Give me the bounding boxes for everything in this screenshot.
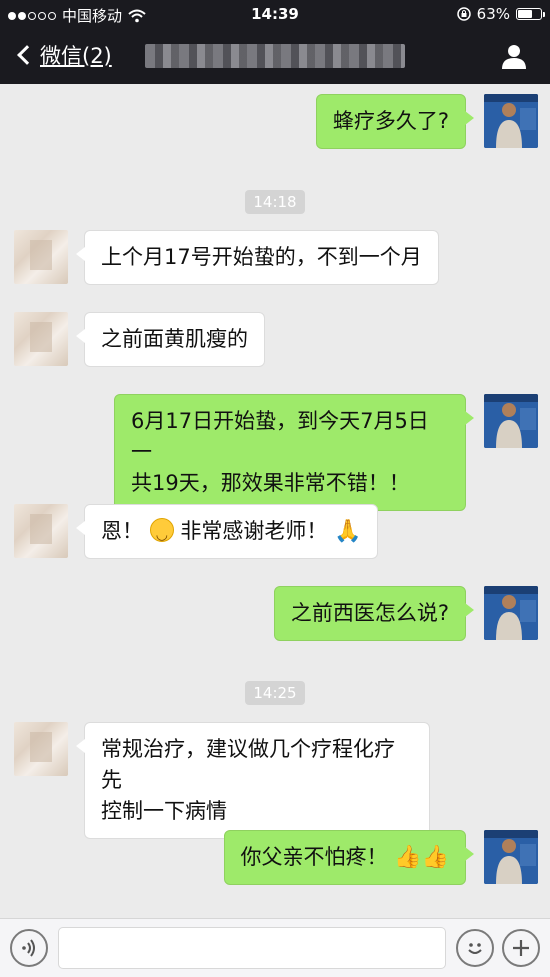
- status-right: 63%: [456, 5, 545, 23]
- timestamp: 14:18: [0, 190, 550, 214]
- message-text: 之前西医怎么说?: [290, 601, 449, 625]
- avatar-self[interactable]: [484, 394, 538, 448]
- nav-bar: 微信(2): [0, 28, 550, 84]
- message-bubble-self[interactable]: 蜂疗多久了?: [315, 94, 475, 149]
- voice-button[interactable]: [10, 929, 48, 967]
- emoji-button[interactable]: [456, 929, 494, 967]
- message-bubble-other[interactable]: 常规治疗，建议做几个疗程化疗先 控制一下病情: [76, 722, 430, 839]
- message-bubble-self[interactable]: 你父亲不怕疼！ 👍👍: [223, 830, 474, 885]
- thumbs-up-emoji-icon: 👍: [421, 845, 449, 870]
- chevron-left-icon: [17, 45, 37, 65]
- voice-icon: [22, 939, 35, 957]
- input-bar: [0, 918, 550, 977]
- message-text-line: 共19天，那效果非常不错！！: [131, 471, 410, 495]
- avatar-self[interactable]: [484, 830, 538, 884]
- chat-title-blurred: [145, 44, 405, 68]
- battery-percent: 63%: [476, 5, 510, 23]
- message-text: 恩！: [101, 519, 143, 543]
- message-bubble-other[interactable]: 上个月17号开始蛰的，不到一个月: [76, 230, 439, 285]
- message-bubble-other[interactable]: 恩！ 非常感谢老师！ 🙏: [75, 504, 379, 559]
- message-bubble-self[interactable]: 之前西医怎么说?: [273, 586, 475, 641]
- message-text: 非常感谢老师！: [180, 519, 328, 543]
- message-text-line: 常规治疗，建议做几个疗程化疗先: [101, 737, 395, 792]
- plus-icon: [513, 940, 529, 956]
- avatar-other[interactable]: [14, 312, 68, 366]
- message-bubble-self[interactable]: 6月17日开始蛰，到今天7月5日一 共19天，那效果非常不错！！: [114, 394, 474, 511]
- praying-hands-emoji-icon: 🙏: [334, 519, 362, 544]
- message-input[interactable]: [58, 927, 446, 969]
- message-text: 之前面黄肌瘦的: [101, 327, 248, 351]
- timestamp: 14:25: [0, 681, 550, 705]
- smile-emoji-icon: [149, 518, 174, 551]
- avatar-other[interactable]: [14, 722, 68, 776]
- avatar-other[interactable]: [14, 504, 68, 558]
- message-text: 蜂疗多久了?: [332, 109, 449, 133]
- message-text: 上个月17号开始蛰的，不到一个月: [101, 245, 422, 269]
- thumbs-up-emoji-icon: 👍: [394, 845, 422, 870]
- message-bubble-other[interactable]: 之前面黄肌瘦的: [76, 312, 265, 367]
- avatar-self-image: [484, 94, 538, 148]
- plus-button[interactable]: [502, 929, 540, 967]
- avatar-other[interactable]: [14, 230, 68, 284]
- status-bar: 中国移动 14:39 63%: [0, 0, 550, 28]
- message-text: 你父亲不怕疼！: [240, 845, 388, 869]
- avatar-self[interactable]: [484, 94, 538, 148]
- avatar-self[interactable]: [484, 586, 538, 640]
- back-button[interactable]: 微信(2): [14, 40, 112, 70]
- avatar-self-image: [484, 830, 538, 884]
- avatar-self-image: [484, 586, 538, 640]
- emoji-icon: [468, 943, 482, 954]
- avatar-self-image: [484, 394, 538, 448]
- back-label: 微信(2): [40, 44, 112, 68]
- person-icon[interactable]: [500, 42, 528, 70]
- orientation-lock-icon: [456, 7, 471, 21]
- message-text-line: 控制一下病情: [101, 799, 227, 823]
- battery-icon: [516, 8, 545, 20]
- chat-area[interactable]: 蜂疗多久了? 14:18 上个月17号开始蛰的，不到一个月 之前面黄肌瘦的 6月…: [0, 84, 550, 918]
- message-text-line: 6月17日开始蛰，到今天7月5日一: [131, 409, 429, 464]
